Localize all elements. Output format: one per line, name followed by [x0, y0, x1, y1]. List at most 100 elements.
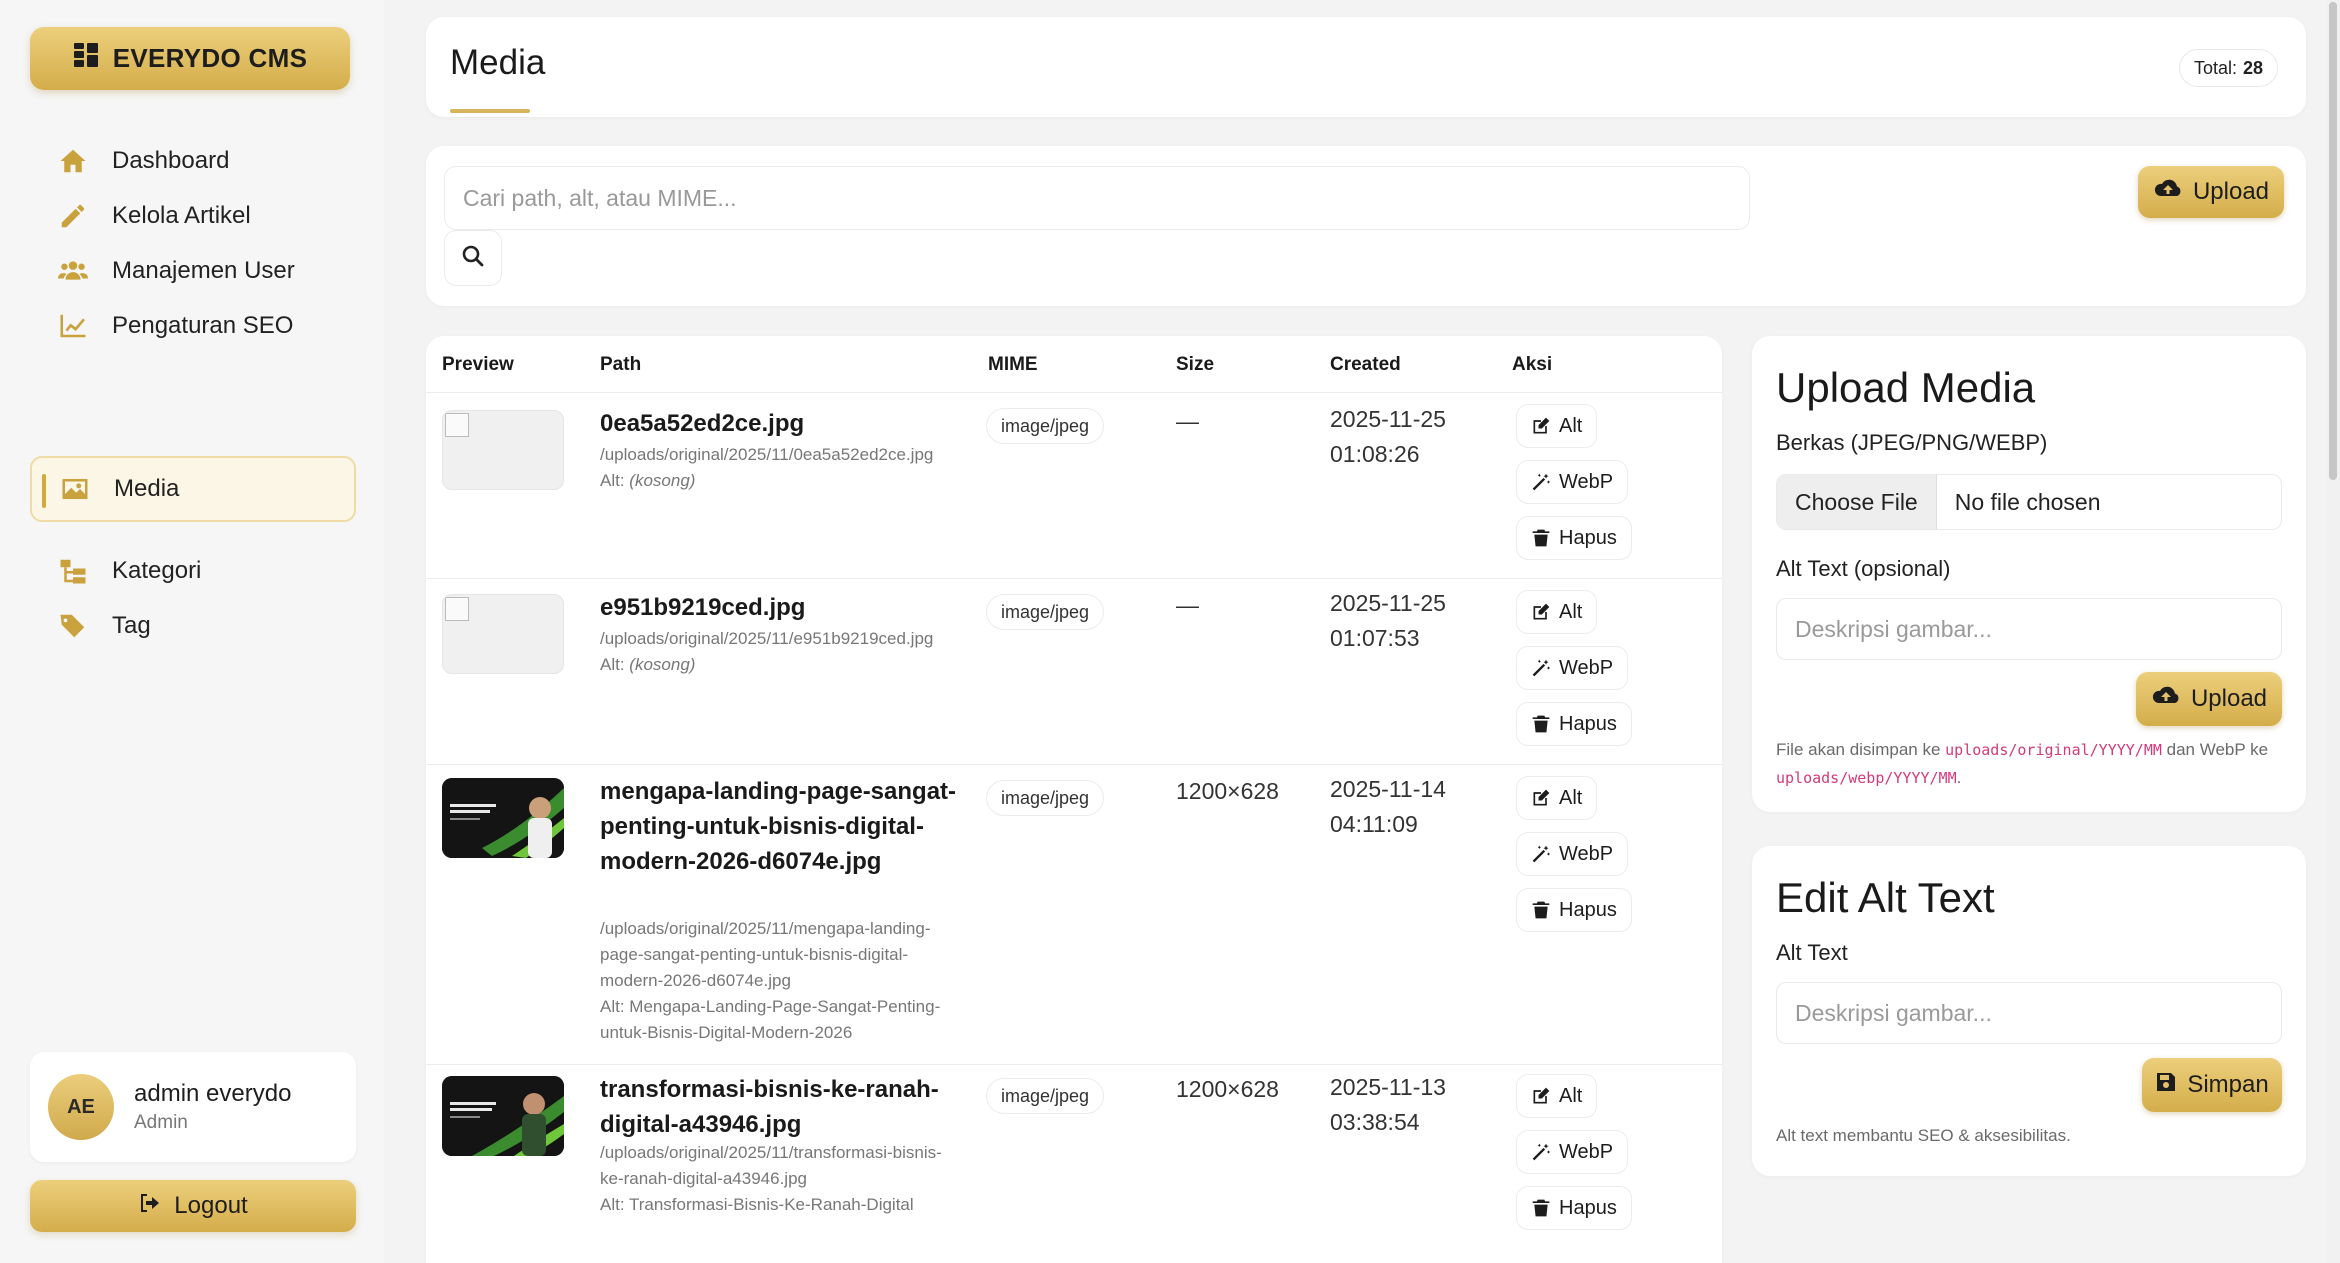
alt-prefix: Alt:: [600, 471, 625, 490]
created-day: 2025-11-14: [1330, 776, 1446, 802]
note-path: uploads/original/YYYY/MM: [1945, 741, 2162, 759]
page-scrollbar[interactable]: [2326, 0, 2340, 1263]
scrollbar-thumb[interactable]: [2329, 2, 2337, 480]
edit-alt-button[interactable]: Alt: [1516, 1074, 1598, 1118]
edit-alt-button[interactable]: Alt: [1516, 590, 1598, 634]
thumbnail-image[interactable]: [442, 778, 564, 858]
edit-icon: [1533, 603, 1550, 620]
edit-alt-button[interactable]: Alt: [1516, 404, 1598, 448]
grid-icon: [73, 42, 99, 75]
edit-alt-input[interactable]: [1776, 982, 2282, 1044]
magic-wand-icon: [1532, 845, 1551, 863]
file-status: No file chosen: [1954, 488, 2101, 515]
file-name: e951b9219ced.jpg: [600, 594, 806, 621]
webp-label: WebP: [1559, 842, 1614, 865]
upload-button-top[interactable]: Upload: [2138, 166, 2284, 218]
created-time: 01:07:53: [1330, 625, 1420, 651]
delete-label: Hapus: [1559, 1196, 1617, 1219]
thumbnail-graphic: [442, 1076, 564, 1156]
brand-label: EVERYDO CMS: [112, 43, 308, 73]
title-underline: [450, 109, 530, 113]
logout-button[interactable]: Logout: [30, 1180, 356, 1232]
save-icon: [2155, 1071, 2177, 1100]
image-icon: [58, 472, 92, 506]
save-label: Simpan: [2187, 1071, 2269, 1098]
delete-button[interactable]: Hapus: [1516, 1186, 1632, 1230]
file-input[interactable]: Choose File No file chosen: [1776, 474, 2282, 530]
created-time: 04:11:09: [1330, 811, 1418, 837]
file-size: —: [1176, 592, 1199, 618]
column-header: Preview: [442, 354, 514, 375]
alt-value: Transformasi-Bisnis-Ke-Ranah-Digital: [628, 1195, 914, 1214]
delete-label: Hapus: [1559, 526, 1617, 549]
table-row: mengapa-landing-page-sangat-penting-untu…: [426, 764, 1722, 1064]
edit-alt-button[interactable]: Alt: [1516, 776, 1598, 820]
sidebar-item-media[interactable]: Media: [30, 456, 356, 522]
alt-prefix: Alt:: [600, 1195, 625, 1214]
alt-label: Alt: [1559, 786, 1583, 809]
sidebar-item-tag[interactable]: Tag: [30, 593, 356, 659]
created-time: 01:08:26: [1330, 441, 1420, 467]
note-text: .: [1956, 768, 1962, 787]
file-path: /uploads/original/2025/11/0ea5a52ed2ce.j…: [600, 445, 934, 464]
webp-button[interactable]: WebP: [1516, 460, 1629, 504]
upload-alt-input[interactable]: [1776, 598, 2282, 660]
webp-button[interactable]: WebP: [1516, 832, 1629, 876]
note-text: File akan disimpan ke: [1776, 740, 1941, 759]
column-header: Created: [1330, 354, 1401, 375]
created-day: 2025-11-25: [1330, 406, 1446, 432]
delete-button[interactable]: Hapus: [1516, 516, 1632, 560]
storage-note: File akan disimpan ke uploads/original/Y…: [1776, 736, 2282, 792]
choose-file-button[interactable]: Choose File: [1777, 475, 1937, 529]
thumbnail-image[interactable]: [442, 1076, 564, 1156]
magic-wand-icon: [1532, 659, 1551, 677]
user-card: AE admin everydo Admin: [30, 1052, 356, 1162]
table-row: e951b9219ced.jpg /uploads/original/2025/…: [426, 578, 1722, 764]
sidebar: EVERYDO CMS Dashboard Kelola Artikel Man…: [0, 0, 384, 1263]
sitemap-icon: [56, 554, 90, 588]
user-role: Admin: [134, 1112, 188, 1133]
alt-value: (kosong): [629, 471, 696, 490]
thumbnail-broken[interactable]: [442, 594, 564, 674]
magic-wand-icon: [1532, 1143, 1551, 1161]
file-size: —: [1176, 408, 1199, 434]
sidebar-item-label: Manajemen User: [112, 257, 295, 284]
page-title: Media: [450, 43, 546, 82]
total-badge: Total: 28: [2178, 49, 2278, 87]
created-time: 03:38:54: [1330, 1109, 1420, 1135]
upload-submit-button[interactable]: Upload: [2136, 672, 2282, 726]
sidebar-item-label: Kategori: [112, 557, 202, 584]
sidebar-item-label: Dashboard: [112, 147, 230, 174]
delete-button[interactable]: Hapus: [1516, 888, 1632, 932]
file-name: transformasi-bisnis-ke-ranah-digital-a43…: [600, 1076, 939, 1138]
cloud-upload-icon: [2151, 685, 2181, 714]
trash-icon: [1532, 901, 1550, 919]
sidebar-item-pengaturan-seo[interactable]: Pengaturan SEO: [30, 293, 356, 359]
alt-prefix: Alt:: [600, 997, 625, 1016]
brand-logo[interactable]: EVERYDO CMS: [30, 27, 350, 90]
home-icon: [56, 144, 90, 178]
user-name: admin everydo: [134, 1080, 292, 1107]
save-button[interactable]: Simpan: [2142, 1058, 2282, 1112]
delete-button[interactable]: Hapus: [1516, 702, 1632, 746]
note-path: uploads/webp/YYYY/MM: [1776, 769, 1957, 787]
webp-button[interactable]: WebP: [1516, 1130, 1629, 1174]
file-name: 0ea5a52ed2ce.jpg: [600, 410, 805, 437]
mime-badge: image/jpeg: [986, 1078, 1105, 1114]
trash-icon: [1532, 529, 1550, 547]
trash-icon: [1532, 1199, 1550, 1217]
delete-label: Hapus: [1559, 898, 1617, 921]
search-input[interactable]: [444, 166, 1750, 230]
panel-title: Edit Alt Text: [1776, 874, 1995, 921]
page-header: Media Total: 28: [426, 17, 2306, 117]
media-table: Preview Path MIME Size Created Aksi 0ea5…: [426, 336, 1722, 1263]
file-alt: Alt: Transformasi-Bisnis-Ke-Ranah-Digita…: [600, 1192, 960, 1218]
column-header: Aksi: [1512, 354, 1553, 375]
file-size: 1200×628: [1176, 778, 1279, 804]
webp-button[interactable]: WebP: [1516, 646, 1629, 690]
search-button[interactable]: [444, 230, 502, 286]
created-day: 2025-11-25: [1330, 590, 1446, 616]
file-alt: Alt: (kosong): [600, 652, 960, 678]
thumbnail-broken[interactable]: [442, 410, 564, 490]
thumbnail-graphic: [442, 778, 564, 858]
